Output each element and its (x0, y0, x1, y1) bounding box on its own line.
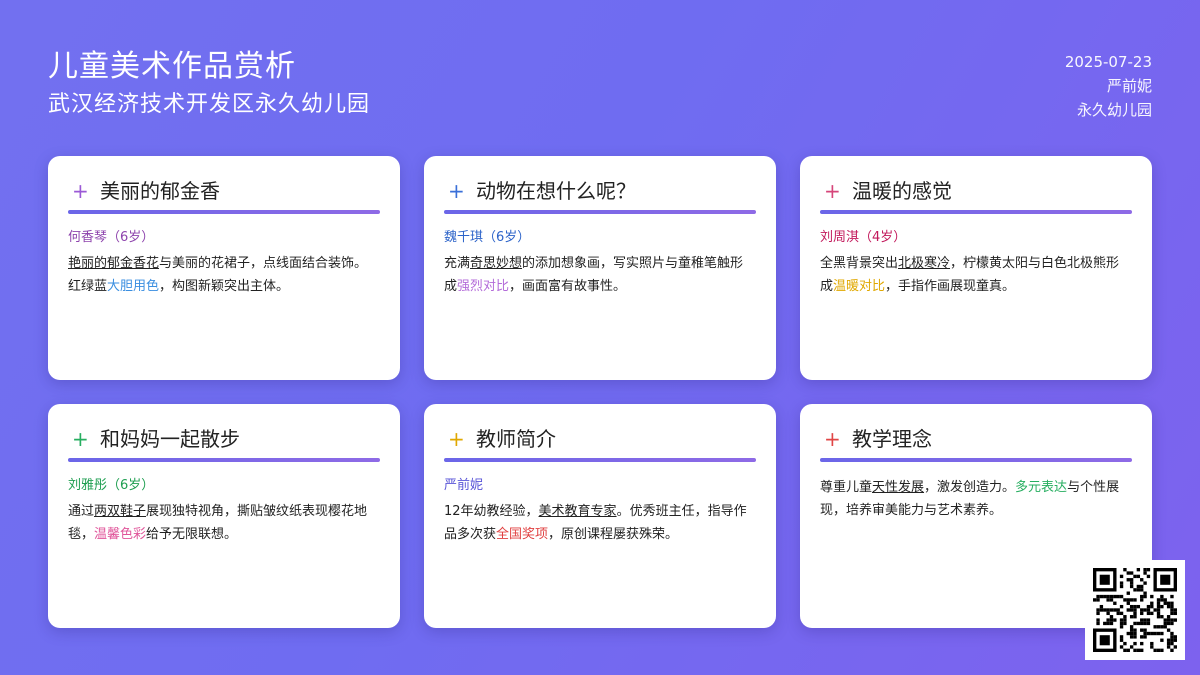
card-person: 何香琴（6岁） (68, 230, 155, 245)
desc-segment: 通过 (68, 504, 95, 519)
desc-segment: 温暖对比 (833, 279, 886, 294)
card-walk: + 和妈妈一起散步 刘雅彤（6岁） 通过两双鞋子展现独特视角，撕贴皱纹纸表现樱花地… (48, 404, 400, 628)
card-person: 严前妮 (444, 478, 484, 493)
card-divider (68, 458, 380, 462)
card-title: 温暖的感觉 (852, 179, 952, 203)
card-description: 全黑背景突出北极寒冷，柠檬黄太阳与白色北极熊形成温暖对比，手指作画展现童真。 (820, 252, 1132, 298)
desc-segment: 全黑背景突出 (820, 256, 899, 271)
card-title: 教师简介 (476, 427, 556, 451)
school-text: 永久幼儿园 (1076, 101, 1152, 119)
header: 儿童美术作品赏析 武汉经济技术开发区永久幼儿园 (48, 48, 370, 120)
plus-icon: + (448, 179, 465, 203)
desc-segment: 12年幼教经验， (444, 504, 539, 519)
card-teacher: + 教师简介 严前妮 12年幼教经验，美术教育专家。优秀班主任，指导作品多次获全国… (424, 404, 776, 628)
card-title: 教学理念 (852, 427, 932, 451)
desc-segment: 两双鞋子 (94, 504, 147, 519)
card-title: 美丽的郁金香 (100, 179, 220, 203)
card-title: 动物在想什么呢？ (476, 179, 636, 203)
desc-segment: 美术教育专家 (538, 504, 617, 519)
card-divider (444, 458, 756, 462)
plus-icon: + (72, 427, 89, 451)
card-warm: + 温暖的感觉 刘周淇（4岁） 全黑背景突出北极寒冷，柠檬黄太阳与白色北极熊形成温… (800, 156, 1152, 380)
page-title: 儿童美术作品赏析 (48, 49, 296, 84)
qr-code[interactable] (1085, 560, 1185, 660)
desc-segment: 强烈对比 (457, 279, 510, 294)
card-tulip: + 美丽的郁金香 何香琴（6岁） 艳丽的郁金香花与美丽的花裙子，点线面结合装饰。红… (48, 156, 400, 380)
desc-segment: 艳丽的郁金香花 (68, 256, 160, 271)
card-person: 魏千琪（6岁） (444, 230, 531, 245)
card-person: 刘雅彤（6岁） (68, 478, 155, 493)
date-text: 2025-07-23 (1064, 53, 1152, 71)
card-description: 通过两双鞋子展现独特视角，撕贴皱纹纸表现樱花地毯，温馨色彩给予无限联想。 (68, 500, 380, 546)
page-subtitle: 武汉经济技术开发区永久幼儿园 (48, 92, 371, 117)
desc-segment: ，激发创造力。 (924, 480, 1016, 495)
desc-segment: 充满 (444, 256, 471, 271)
plus-icon: + (824, 179, 841, 203)
desc-segment: 给予无限联想。 (146, 527, 238, 542)
plus-icon: + (824, 427, 841, 451)
card-animal: + 动物在想什么呢？ 魏千琪（6岁） 充满奇思妙想的添加想象画，写实照片与童稚笔触… (424, 156, 776, 380)
card-divider (820, 210, 1132, 214)
desc-segment: ，画面富有故事性。 (509, 279, 627, 294)
desc-segment: ，手指作画展现童真。 (885, 279, 1016, 294)
card-divider (444, 210, 756, 214)
card-divider (820, 458, 1132, 462)
desc-segment: 大胆用色 (107, 279, 160, 294)
desc-segment: 天性发展 (872, 480, 925, 495)
desc-segment: ，原创课程屡获殊荣。 (548, 527, 679, 542)
desc-segment: 奇思妙想 (470, 256, 523, 271)
card-description: 充满奇思妙想的添加想象画，写实照片与童稚笔触形成强烈对比，画面富有故事性。 (444, 252, 756, 298)
plus-icon: + (448, 427, 465, 451)
desc-segment: 尊重儿童 (820, 480, 873, 495)
author-text: 严前妮 (1106, 77, 1152, 95)
card-description: 尊重儿童天性发展，激发创造力。多元表达与个性展现，培养审美能力与艺术素养。 (820, 476, 1132, 522)
plus-icon: + (72, 179, 89, 203)
card-description: 艳丽的郁金香花与美丽的花裙子，点线面结合装饰。红绿蓝大胆用色，构图新颖突出主体。 (68, 252, 380, 298)
card-title: 和妈妈一起散步 (100, 427, 240, 451)
header-meta: 2025-07-23 严前妮 永久幼儿园 (1065, 50, 1152, 122)
slide: 儿童美术作品赏析 武汉经济技术开发区永久幼儿园 2025-07-23 严前妮 永… (0, 0, 1200, 675)
desc-segment: 温馨色彩 (94, 527, 147, 542)
card-divider (68, 210, 380, 214)
desc-segment: 北极寒冷 (898, 256, 951, 271)
desc-segment: 全国奖项 (496, 527, 549, 542)
desc-segment: ，构图新颖突出主体。 (159, 279, 290, 294)
qr-code-icon (1093, 568, 1177, 652)
desc-segment: 多元表达 (1015, 480, 1068, 495)
card-description: 12年幼教经验，美术教育专家。优秀班主任，指导作品多次获全国奖项，原创课程屡获殊… (444, 500, 756, 546)
card-person: 刘周淇（4岁） (820, 230, 907, 245)
